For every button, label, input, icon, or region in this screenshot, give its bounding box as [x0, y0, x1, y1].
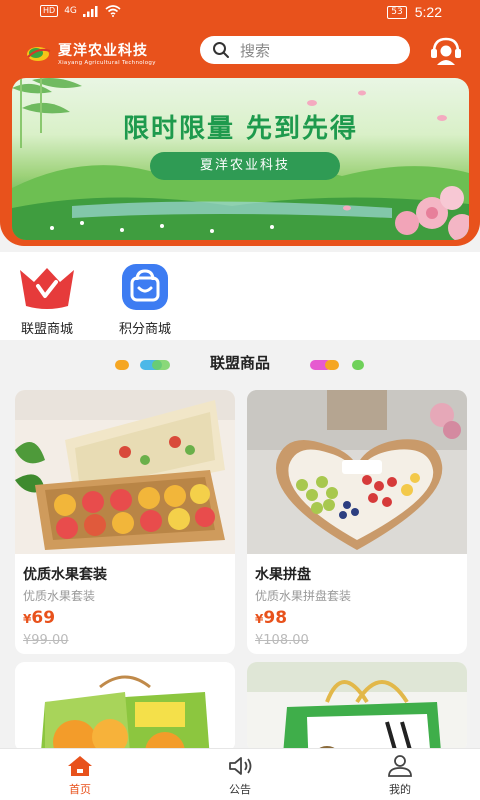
product-name: 优质水果套装: [23, 567, 107, 583]
status-right: 53 5:22: [387, 4, 442, 20]
decor-blob: [115, 360, 129, 370]
product-name: 水果拼盘: [255, 567, 311, 583]
section-header: 联盟商品: [0, 352, 480, 378]
promo-banner[interactable]: 限时限量 先到先得 夏洋农业科技: [12, 78, 469, 240]
product-price: ¥98: [255, 608, 288, 628]
brand-logo: 夏洋农业科技 Xiayang Agricultural Technology: [24, 40, 156, 66]
logo-subtitle: Xiayang Agricultural Technology: [58, 60, 156, 66]
network-indicator: 4G: [64, 6, 77, 16]
battery-indicator: 53: [387, 5, 407, 19]
logo-leaf-icon: [27, 47, 51, 61]
product-card[interactable]: 水果拼盘 优质水果拼盘套装 ¥98 ¥108.00: [247, 390, 467, 654]
product-image-kiwi-gift-box: [247, 662, 467, 752]
status-bar: HD 4G 53 5:22: [0, 0, 480, 26]
speaker-icon: [229, 757, 252, 775]
hd-indicator: HD: [40, 5, 59, 17]
shopping-bag-icon: [122, 264, 168, 310]
search-icon: [213, 42, 229, 58]
tab-label: 首页: [69, 783, 91, 796]
quick-entry-alliance-mall[interactable]: 联盟商城: [2, 264, 92, 337]
search-placeholder: 搜索: [240, 41, 271, 60]
product-desc: 优质水果套装: [23, 589, 96, 603]
product-card[interactable]: [15, 662, 235, 752]
banner-title: 限时限量 先到先得: [122, 114, 359, 144]
product-image-fruit-platter: [247, 390, 467, 554]
status-left: HD 4G: [40, 5, 121, 17]
quick-entry-points-mall[interactable]: 积分商城: [100, 264, 190, 337]
decor-blob: [352, 360, 364, 370]
product-original-price: ¥108.00: [255, 633, 309, 648]
user-icon: [388, 755, 412, 777]
product-original-price: ¥99.00: [23, 633, 69, 648]
quick-entry-label: 联盟商城: [20, 322, 73, 337]
decor-blob: [325, 360, 339, 370]
quick-entry-label: 积分商城: [118, 322, 171, 337]
tab-profile[interactable]: 我的: [360, 755, 440, 797]
product-image-fruit-gift-box: [15, 662, 235, 752]
search-bar[interactable]: 搜索: [200, 36, 410, 64]
quick-entries: 联盟商城 积分商城: [0, 252, 480, 340]
product-desc: 优质水果拼盘套装: [255, 589, 352, 603]
customer-service-icon[interactable]: [428, 36, 464, 66]
decor-blob: [152, 360, 170, 370]
logo-title: 夏洋农业科技: [58, 43, 148, 59]
banner-subtitle: 夏洋农业科技: [150, 152, 340, 180]
header: 夏洋农业科技 Xiayang Agricultural Technology 搜…: [0, 26, 480, 246]
product-card[interactable]: [247, 662, 467, 752]
bottom-tab-bar: 首页 公告 我的: [0, 748, 480, 800]
wifi-icon: [105, 5, 121, 17]
tab-label: 公告: [229, 783, 251, 796]
home-icon: [68, 756, 92, 776]
status-time: 5:22: [414, 4, 442, 20]
section-title: 联盟商品: [209, 354, 270, 372]
tab-announcement[interactable]: 公告: [200, 755, 280, 797]
tab-home[interactable]: 首页: [40, 755, 120, 797]
tab-label: 我的: [389, 783, 411, 796]
crown-icon: [20, 268, 74, 309]
product-image-fruit-set: [15, 390, 235, 554]
signal-icon: [82, 6, 98, 17]
product-card[interactable]: 优质水果套装 优质水果套装 ¥69 ¥99.00: [15, 390, 235, 654]
product-price: ¥69: [23, 608, 56, 628]
